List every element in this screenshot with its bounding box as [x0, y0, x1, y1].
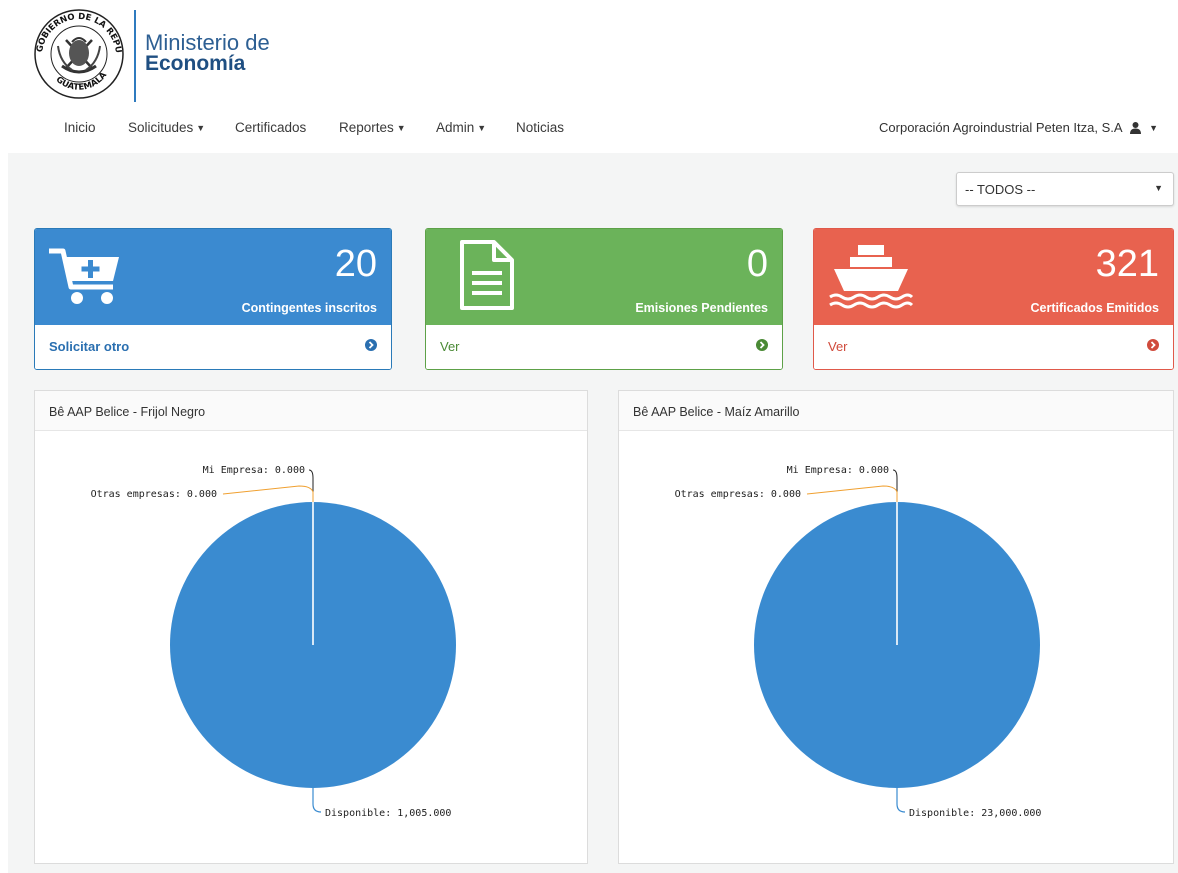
label-leader-disponible [896, 788, 906, 813]
pie-chart: Mi Empresa: 0.000 Otras empresas: 0.000 Di… [91, 465, 456, 819]
nav-admin[interactable]: Admin ▼ [436, 120, 486, 135]
arrow-circle-right-icon[interactable] [365, 339, 377, 351]
nav-inicio[interactable]: Inicio [64, 120, 96, 135]
stat-value: 20 [334, 243, 377, 285]
caret-down-icon: ▼ [477, 123, 487, 133]
caret-down-icon: ▼ [396, 123, 406, 133]
pie-label-mi-empresa: Mi Empresa: 0.000 [203, 465, 305, 476]
chart-panel-frijol: Bê AAP Belice - Frijol Negro Mi Empresa:… [34, 390, 588, 864]
logo-divider [134, 10, 136, 102]
chart-panel-maiz: Bê AAP Belice - Maíz Amarillo Mi Empresa… [618, 390, 1174, 864]
nav-certificados[interactable]: Certificados [235, 120, 306, 135]
filter-select[interactable]: -- TODOS -- ▼ [956, 172, 1174, 206]
stat-card-header: 321 Certificados Emitidos [814, 229, 1173, 327]
arrow-circle-right-icon[interactable] [756, 339, 768, 351]
pie-label-otras-empresas: Otras empresas: 0.000 [675, 489, 801, 500]
label-leader-mi-empresa [308, 469, 314, 502]
cart-plus-icon [49, 248, 119, 304]
user-icon [1130, 122, 1142, 134]
stat-card-contingentes: 20 Contingentes inscritos Solicitar otro [34, 228, 392, 370]
ver-emisiones-link[interactable]: Ver [440, 339, 460, 354]
caret-down-icon: ▼ [1154, 183, 1163, 193]
stat-label: Emisiones Pendientes [635, 301, 768, 315]
nav-noticias[interactable]: Noticias [516, 120, 564, 135]
pie-label-disponible: Disponible: 23,000.000 [909, 808, 1041, 819]
caret-down-icon: ▼ [1149, 123, 1158, 133]
label-leader-disponible [312, 788, 322, 813]
panel-header: Bê AAP Belice - Frijol Negro [35, 391, 587, 431]
stat-card-emisiones: 0 Emisiones Pendientes Ver [425, 228, 783, 370]
pie-label-disponible: Disponible: 1,005.000 [325, 808, 451, 819]
stat-card-footer[interactable]: Ver [426, 325, 782, 369]
panel-title: Bê AAP Belice - Frijol Negro [49, 405, 206, 419]
site-header: GOBIERNO DE LA REPÚBLICA GUATEMALA Minis… [0, 0, 1178, 152]
user-menu[interactable]: Corporación Agroindustrial Peten Itza, S… [879, 120, 1158, 135]
arrow-circle-right-icon[interactable] [1147, 339, 1159, 351]
label-leader-otras-empresas [222, 485, 314, 502]
document-icon [460, 240, 514, 310]
stat-card-header: 0 Emisiones Pendientes [426, 229, 782, 327]
user-name: Corporación Agroindustrial Peten Itza, S… [879, 120, 1122, 135]
pie-label-otras-empresas: Otras empresas: 0.000 [91, 489, 217, 500]
caret-down-icon: ▼ [196, 123, 206, 133]
nav-solicitudes[interactable]: Solicitudes ▼ [128, 120, 205, 135]
solicitar-otro-link[interactable]: Solicitar otro [49, 339, 129, 354]
main-nav: Inicio Solicitudes ▼ Certificados Reporte… [0, 114, 1178, 144]
pie-chart: Mi Empresa: 0.000 Otras empresas: 0.000 Di… [675, 465, 1042, 819]
stat-label: Certificados Emitidos [1030, 301, 1160, 315]
stat-value: 321 [1095, 243, 1159, 285]
stat-card-header: 20 Contingentes inscritos [35, 229, 391, 327]
stat-card-footer[interactable]: Ver [814, 325, 1173, 369]
stat-card-footer[interactable]: Solicitar otro [35, 325, 391, 369]
ship-icon [829, 245, 914, 309]
guatemala-seal-logo[interactable]: GOBIERNO DE LA REPÚBLICA GUATEMALA [28, 6, 130, 102]
nav-reportes[interactable]: Reportes ▼ [339, 120, 406, 135]
stat-label: Contingentes inscritos [241, 301, 377, 315]
panel-title: Bê AAP Belice - Maíz Amarillo [633, 405, 800, 419]
label-leader-otras-empresas [806, 485, 898, 502]
logo-title-line2: Economía [145, 52, 246, 75]
stat-value: 0 [746, 243, 768, 285]
stat-card-certificados: 321 Certificados Emitidos Ver [813, 228, 1174, 370]
ver-certificados-link[interactable]: Ver [828, 339, 848, 354]
filter-selected-value: -- TODOS -- [965, 182, 1036, 197]
pie-label-mi-empresa: Mi Empresa: 0.000 [787, 465, 889, 476]
panel-header: Bê AAP Belice - Maíz Amarillo [619, 391, 1173, 431]
label-leader-mi-empresa [892, 469, 898, 502]
